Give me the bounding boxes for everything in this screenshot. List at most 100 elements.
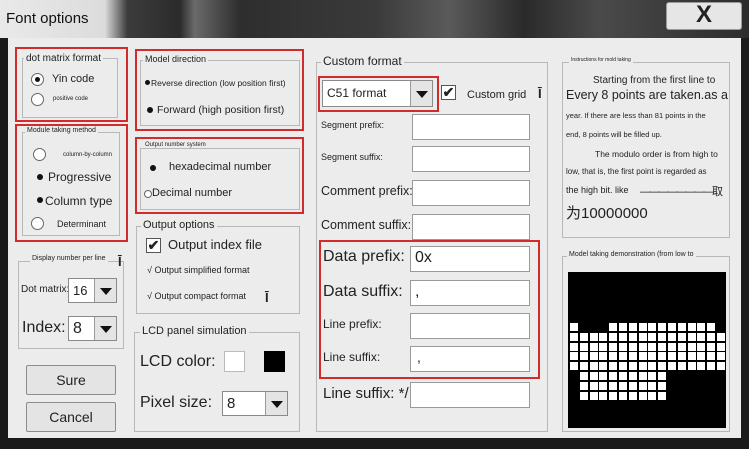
demo-pixel <box>609 352 618 361</box>
demo-pixel <box>609 342 618 351</box>
demo-pixel <box>638 391 647 400</box>
chevron-down-icon <box>94 279 116 302</box>
demo-pixel <box>687 352 696 361</box>
demo-pixel <box>628 352 637 361</box>
demo-pixel <box>619 323 627 331</box>
demo-pixel <box>668 342 676 351</box>
demo-pixel <box>599 362 608 371</box>
demo-pixel <box>717 332 725 341</box>
instructions-title: Instructions for mold taking <box>569 57 633 63</box>
model-demo-canvas <box>568 272 726 428</box>
index-value: 8 <box>73 320 82 337</box>
line-suffix-2-input[interactable] <box>410 382 530 408</box>
demo-pixel <box>589 332 598 341</box>
chevron-down-icon <box>265 392 287 415</box>
instructions-line-9: 为10000000 <box>566 205 648 222</box>
window-title: Font options <box>6 10 89 27</box>
output-simplified-option[interactable]: √ Output simplified format <box>147 265 249 275</box>
output-index-checkbox[interactable]: ✔ <box>146 238 161 253</box>
demo-pixel <box>579 332 588 341</box>
demo-pixel <box>687 342 696 351</box>
pixel-size-select[interactable]: 8 <box>222 391 288 416</box>
demo-pixel <box>648 323 657 331</box>
output-compact-option[interactable]: √ Output compact format <box>147 291 246 301</box>
demo-pixel <box>599 332 608 341</box>
custom-grid-checkbox[interactable]: ✔ <box>441 85 456 100</box>
demo-pixel <box>589 352 598 361</box>
demo-pixel <box>658 323 667 331</box>
demo-pixel <box>638 323 647 331</box>
demo-pixel <box>570 362 578 371</box>
close-button[interactable]: X <box>666 2 742 30</box>
demo-pixel <box>648 342 657 351</box>
lcd-light-swatch[interactable] <box>224 351 245 372</box>
sure-button[interactable]: Sure <box>26 365 116 395</box>
demo-pixel <box>609 391 618 400</box>
demo-pixel <box>658 332 667 341</box>
lcd-panel-group <box>134 332 300 432</box>
comment-prefix-label: Comment prefix:/*" <box>321 184 426 198</box>
demo-pixel <box>599 391 608 400</box>
demo-pixel <box>599 352 608 361</box>
index-label: Index: <box>22 319 66 336</box>
dot-matrix-count-label: Dot matrix: <box>21 284 70 295</box>
demo-pixel <box>589 381 598 390</box>
demo-pixel <box>687 323 696 331</box>
highlight-box-model-direction <box>135 49 304 131</box>
demo-pixel <box>628 362 637 371</box>
demo-pixel <box>697 352 706 361</box>
demo-pixel <box>697 323 706 331</box>
demo-pixel <box>570 352 578 361</box>
close-icon: X <box>695 1 712 28</box>
demo-pixel <box>619 372 627 380</box>
demo-pixel <box>648 391 657 400</box>
demo-pixel <box>677 352 686 361</box>
instructions-line-6: low, that is, the first point is regarde… <box>566 167 707 176</box>
demo-pixel <box>648 381 657 390</box>
demo-pixel <box>658 381 667 390</box>
demo-pixel <box>668 352 676 361</box>
highlight-box-data-fields <box>319 240 540 379</box>
pixel-size-value: 8 <box>227 395 236 412</box>
i-beam-icon: Ī <box>538 86 542 101</box>
demo-pixel <box>619 342 627 351</box>
comment-suffix-input[interactable] <box>412 214 530 240</box>
demo-pixel <box>677 332 686 341</box>
demo-pixel <box>638 372 647 380</box>
demo-pixel <box>648 332 657 341</box>
demo-pixel <box>619 391 627 400</box>
dot-matrix-count-select[interactable]: 16 <box>68 278 117 303</box>
demo-pixel <box>677 362 686 371</box>
demo-pixel <box>589 342 598 351</box>
segment-suffix-input[interactable] <box>412 146 530 172</box>
demo-pixel <box>599 342 608 351</box>
index-select[interactable]: 8 <box>68 316 117 341</box>
demo-pixel <box>628 391 637 400</box>
segment-prefix-input[interactable] <box>412 114 530 140</box>
demo-pixel <box>589 391 598 400</box>
demo-pixel <box>609 332 618 341</box>
demo-pixel <box>619 352 627 361</box>
segment-prefix-label: Segment prefix: <box>321 120 385 130</box>
highlight-box-dot-matrix <box>15 47 128 122</box>
cancel-button[interactable]: Cancel <box>26 402 116 432</box>
demo-pixel <box>628 332 637 341</box>
demo-pixel <box>677 323 686 331</box>
chevron-down-icon <box>94 317 116 340</box>
demo-pixel <box>687 362 696 371</box>
lcd-dark-swatch[interactable] <box>264 351 285 372</box>
line-suffix-2-label: Line suffix: */ <box>323 385 409 402</box>
i-beam-icon: Ī <box>118 254 122 269</box>
demo-pixel <box>589 372 598 380</box>
demo-pixel <box>717 352 725 361</box>
instructions-line-7: the high bit. like <box>566 185 629 195</box>
demo-pixel <box>619 332 627 341</box>
instructions-line-3: year. If there are less than 81 points i… <box>566 111 706 120</box>
demo-pixel <box>570 342 578 351</box>
demo-pixel <box>658 342 667 351</box>
demo-pixel <box>579 352 588 361</box>
comment-prefix-input[interactable] <box>412 180 530 206</box>
demo-pixel <box>658 372 667 380</box>
demo-pixel <box>707 352 716 361</box>
demo-pixel <box>638 342 647 351</box>
